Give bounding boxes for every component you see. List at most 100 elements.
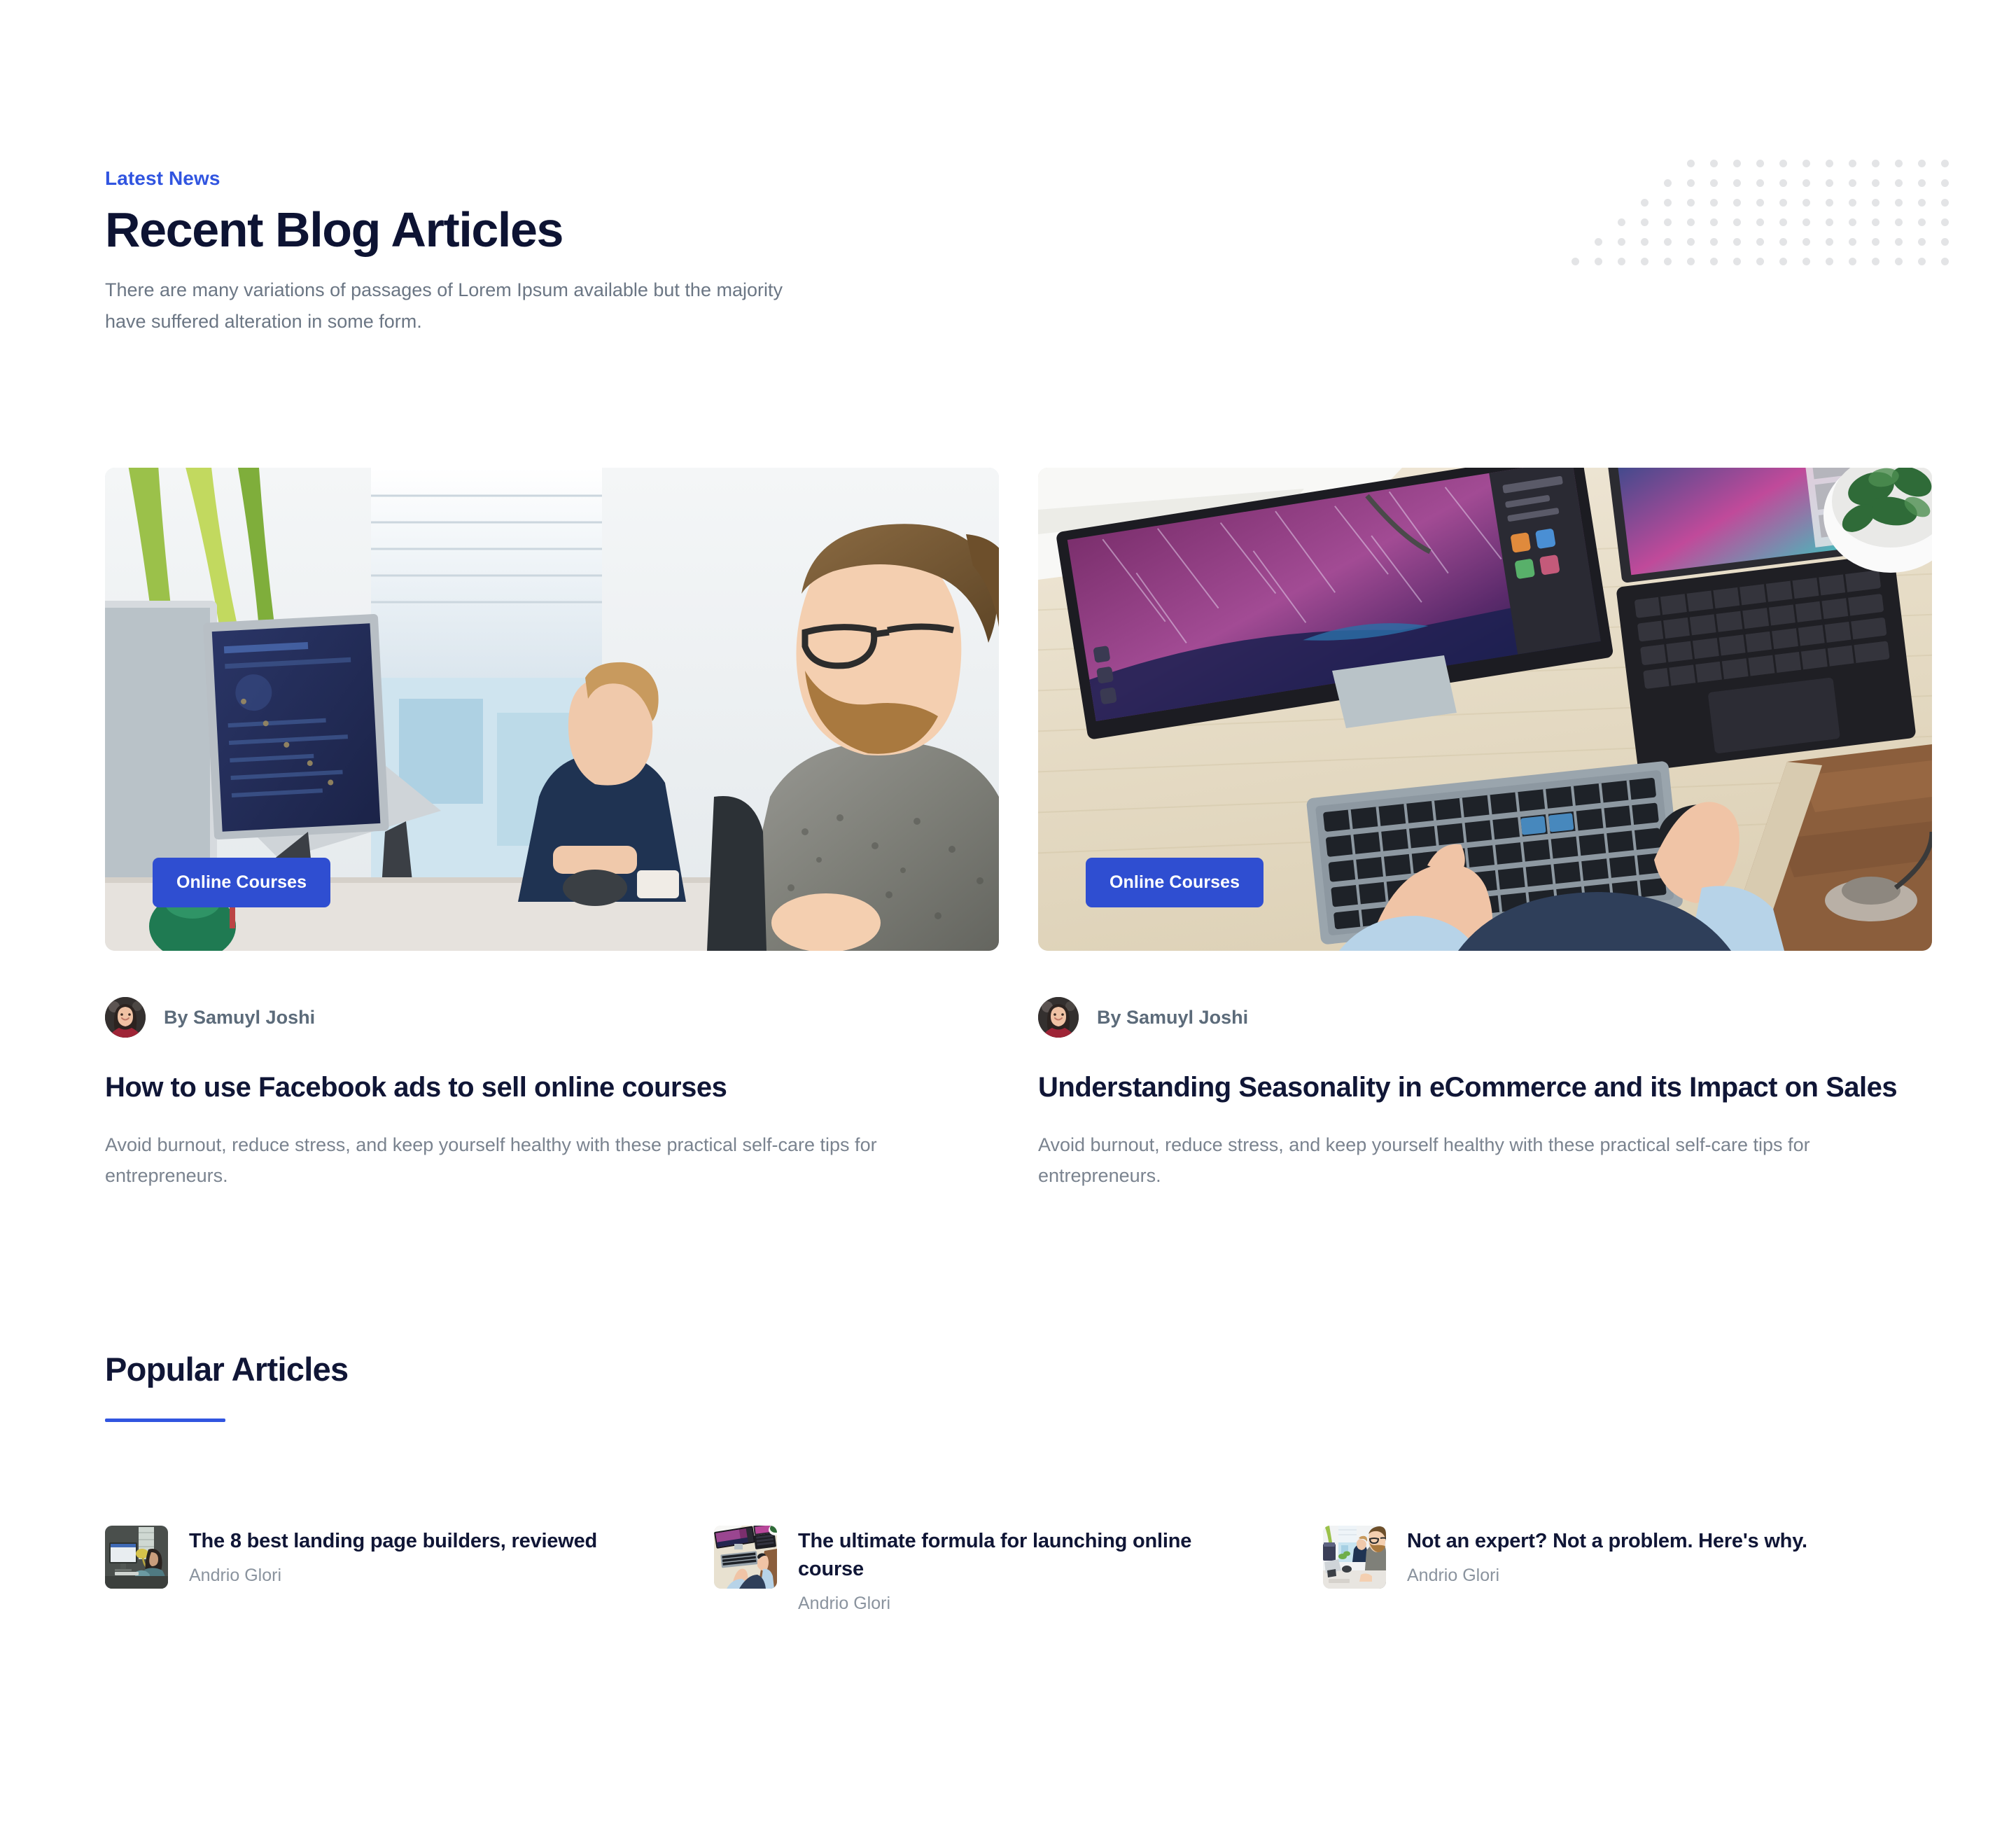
dot — [1641, 199, 1648, 207]
popular-article-title[interactable]: The ultimate formula for launching onlin… — [798, 1527, 1232, 1583]
article-byline: By Samuyl Joshi — [1038, 997, 1932, 1038]
dot — [1895, 199, 1903, 207]
dot — [1895, 238, 1903, 246]
popular-article-title[interactable]: Not an expert? Not a problem. Here's why… — [1407, 1527, 1807, 1555]
popular-article-title[interactable]: The 8 best landing page builders, review… — [189, 1527, 597, 1555]
article-category-badge[interactable]: Online Courses — [153, 858, 331, 907]
dot-grid-row — [1618, 218, 1949, 227]
dot — [1687, 199, 1695, 207]
dot — [1802, 218, 1810, 226]
dot — [1664, 258, 1672, 265]
article-excerpt: Avoid burnout, reduce stress, and keep y… — [105, 1134, 877, 1186]
dot — [1895, 218, 1903, 226]
popular-article-text: The 8 best landing page builders, review… — [189, 1526, 597, 1588]
article-category-badge[interactable]: Online Courses — [1086, 858, 1264, 907]
page-title: Recent Blog Articles — [105, 202, 564, 257]
article-title[interactable]: How to use Facebook ads to sell online c… — [105, 1069, 999, 1106]
dot — [1756, 199, 1764, 207]
dot — [1872, 199, 1879, 207]
dot — [1779, 258, 1787, 265]
dot-grid-row — [1664, 179, 1949, 188]
dot — [1849, 218, 1856, 226]
article-image[interactable]: Online Courses — [1038, 468, 1932, 951]
article-excerpt: Avoid burnout, reduce stress, and keep y… — [1038, 1134, 1810, 1186]
dot — [1872, 218, 1879, 226]
dot — [1710, 218, 1718, 226]
dot — [1779, 218, 1787, 226]
dot — [1872, 179, 1879, 187]
dot — [1918, 218, 1926, 226]
dot — [1733, 199, 1741, 207]
dot — [1826, 199, 1833, 207]
dot — [1664, 238, 1672, 246]
dot — [1779, 179, 1787, 187]
dot — [1664, 179, 1672, 187]
popular-article-item[interactable]: The ultimate formula for launching onlin… — [714, 1525, 1323, 1616]
dot — [1710, 199, 1718, 207]
article-title[interactable]: Understanding Seasonality in eCommerce a… — [1038, 1069, 1932, 1106]
dot — [1895, 258, 1903, 265]
dot — [1941, 218, 1949, 226]
dot — [1941, 160, 1949, 167]
dot — [1733, 218, 1741, 226]
dot-grid-row — [1641, 199, 1949, 207]
popular-articles-heading: Popular Articles — [105, 1351, 349, 1388]
dot — [1756, 238, 1764, 246]
article-byline: By Samuyl Joshi — [105, 997, 999, 1038]
dot — [1779, 199, 1787, 207]
dot — [1687, 160, 1695, 167]
popular-article-author: Andrio Glori — [189, 1565, 281, 1585]
dot — [1756, 179, 1764, 187]
dot — [1710, 179, 1718, 187]
dot — [1918, 258, 1926, 265]
dot — [1941, 258, 1949, 265]
popular-articles-section: Popular Articles The 8 best landing page… — [105, 1351, 1932, 1616]
popular-article-author: Andrio Glori — [1407, 1565, 1499, 1585]
eyebrow-label: Latest News — [105, 167, 220, 189]
dot — [1618, 218, 1625, 226]
popular-article-text: The ultimate formula for launching onlin… — [798, 1526, 1232, 1616]
dot-grid-row — [1595, 238, 1949, 246]
dot — [1687, 258, 1695, 265]
dot — [1918, 160, 1926, 167]
popular-article-item[interactable]: The 8 best landing page builders, review… — [105, 1525, 714, 1616]
dot — [1756, 258, 1764, 265]
dot — [1802, 160, 1810, 167]
dot — [1687, 179, 1695, 187]
dot — [1664, 218, 1672, 226]
dot-grid-decoration — [1571, 160, 1949, 279]
dot — [1849, 258, 1856, 265]
dot — [1849, 238, 1856, 246]
dot — [1779, 160, 1787, 167]
article-image[interactable]: Online Courses — [105, 468, 999, 951]
dot — [1595, 258, 1602, 265]
dot — [1733, 238, 1741, 246]
section-underline — [105, 1418, 225, 1422]
dot — [1664, 199, 1672, 207]
dot — [1849, 160, 1856, 167]
dot — [1802, 258, 1810, 265]
popular-article-thumbnail[interactable] — [714, 1525, 777, 1589]
author-name: By Samuyl Joshi — [164, 1006, 316, 1028]
popular-article-author: Andrio Glori — [798, 1593, 890, 1613]
dot — [1849, 199, 1856, 207]
page-header: Latest News Recent Blog Articles There a… — [105, 167, 980, 337]
dot — [1710, 160, 1718, 167]
dot — [1733, 258, 1741, 265]
dot — [1826, 179, 1833, 187]
dot-grid-row — [1687, 160, 1949, 168]
popular-article-item[interactable]: Not an expert? Not a problem. Here's why… — [1323, 1525, 1932, 1616]
dot — [1872, 238, 1879, 246]
article-card[interactable]: Online Courses By Sa — [105, 468, 999, 1191]
dot — [1941, 238, 1949, 246]
popular-articles-list: The 8 best landing page builders, review… — [105, 1525, 1932, 1616]
popular-article-thumbnail[interactable] — [1323, 1525, 1386, 1589]
popular-article-text: Not an expert? Not a problem. Here's why… — [1407, 1526, 1807, 1588]
dot — [1733, 160, 1741, 167]
dot — [1826, 218, 1833, 226]
dot — [1641, 218, 1648, 226]
dot — [1941, 179, 1949, 187]
author-name: By Samuyl Joshi — [1097, 1006, 1249, 1028]
article-card[interactable]: Online Courses By Sa — [1038, 468, 1932, 1191]
popular-article-thumbnail[interactable] — [105, 1525, 168, 1589]
